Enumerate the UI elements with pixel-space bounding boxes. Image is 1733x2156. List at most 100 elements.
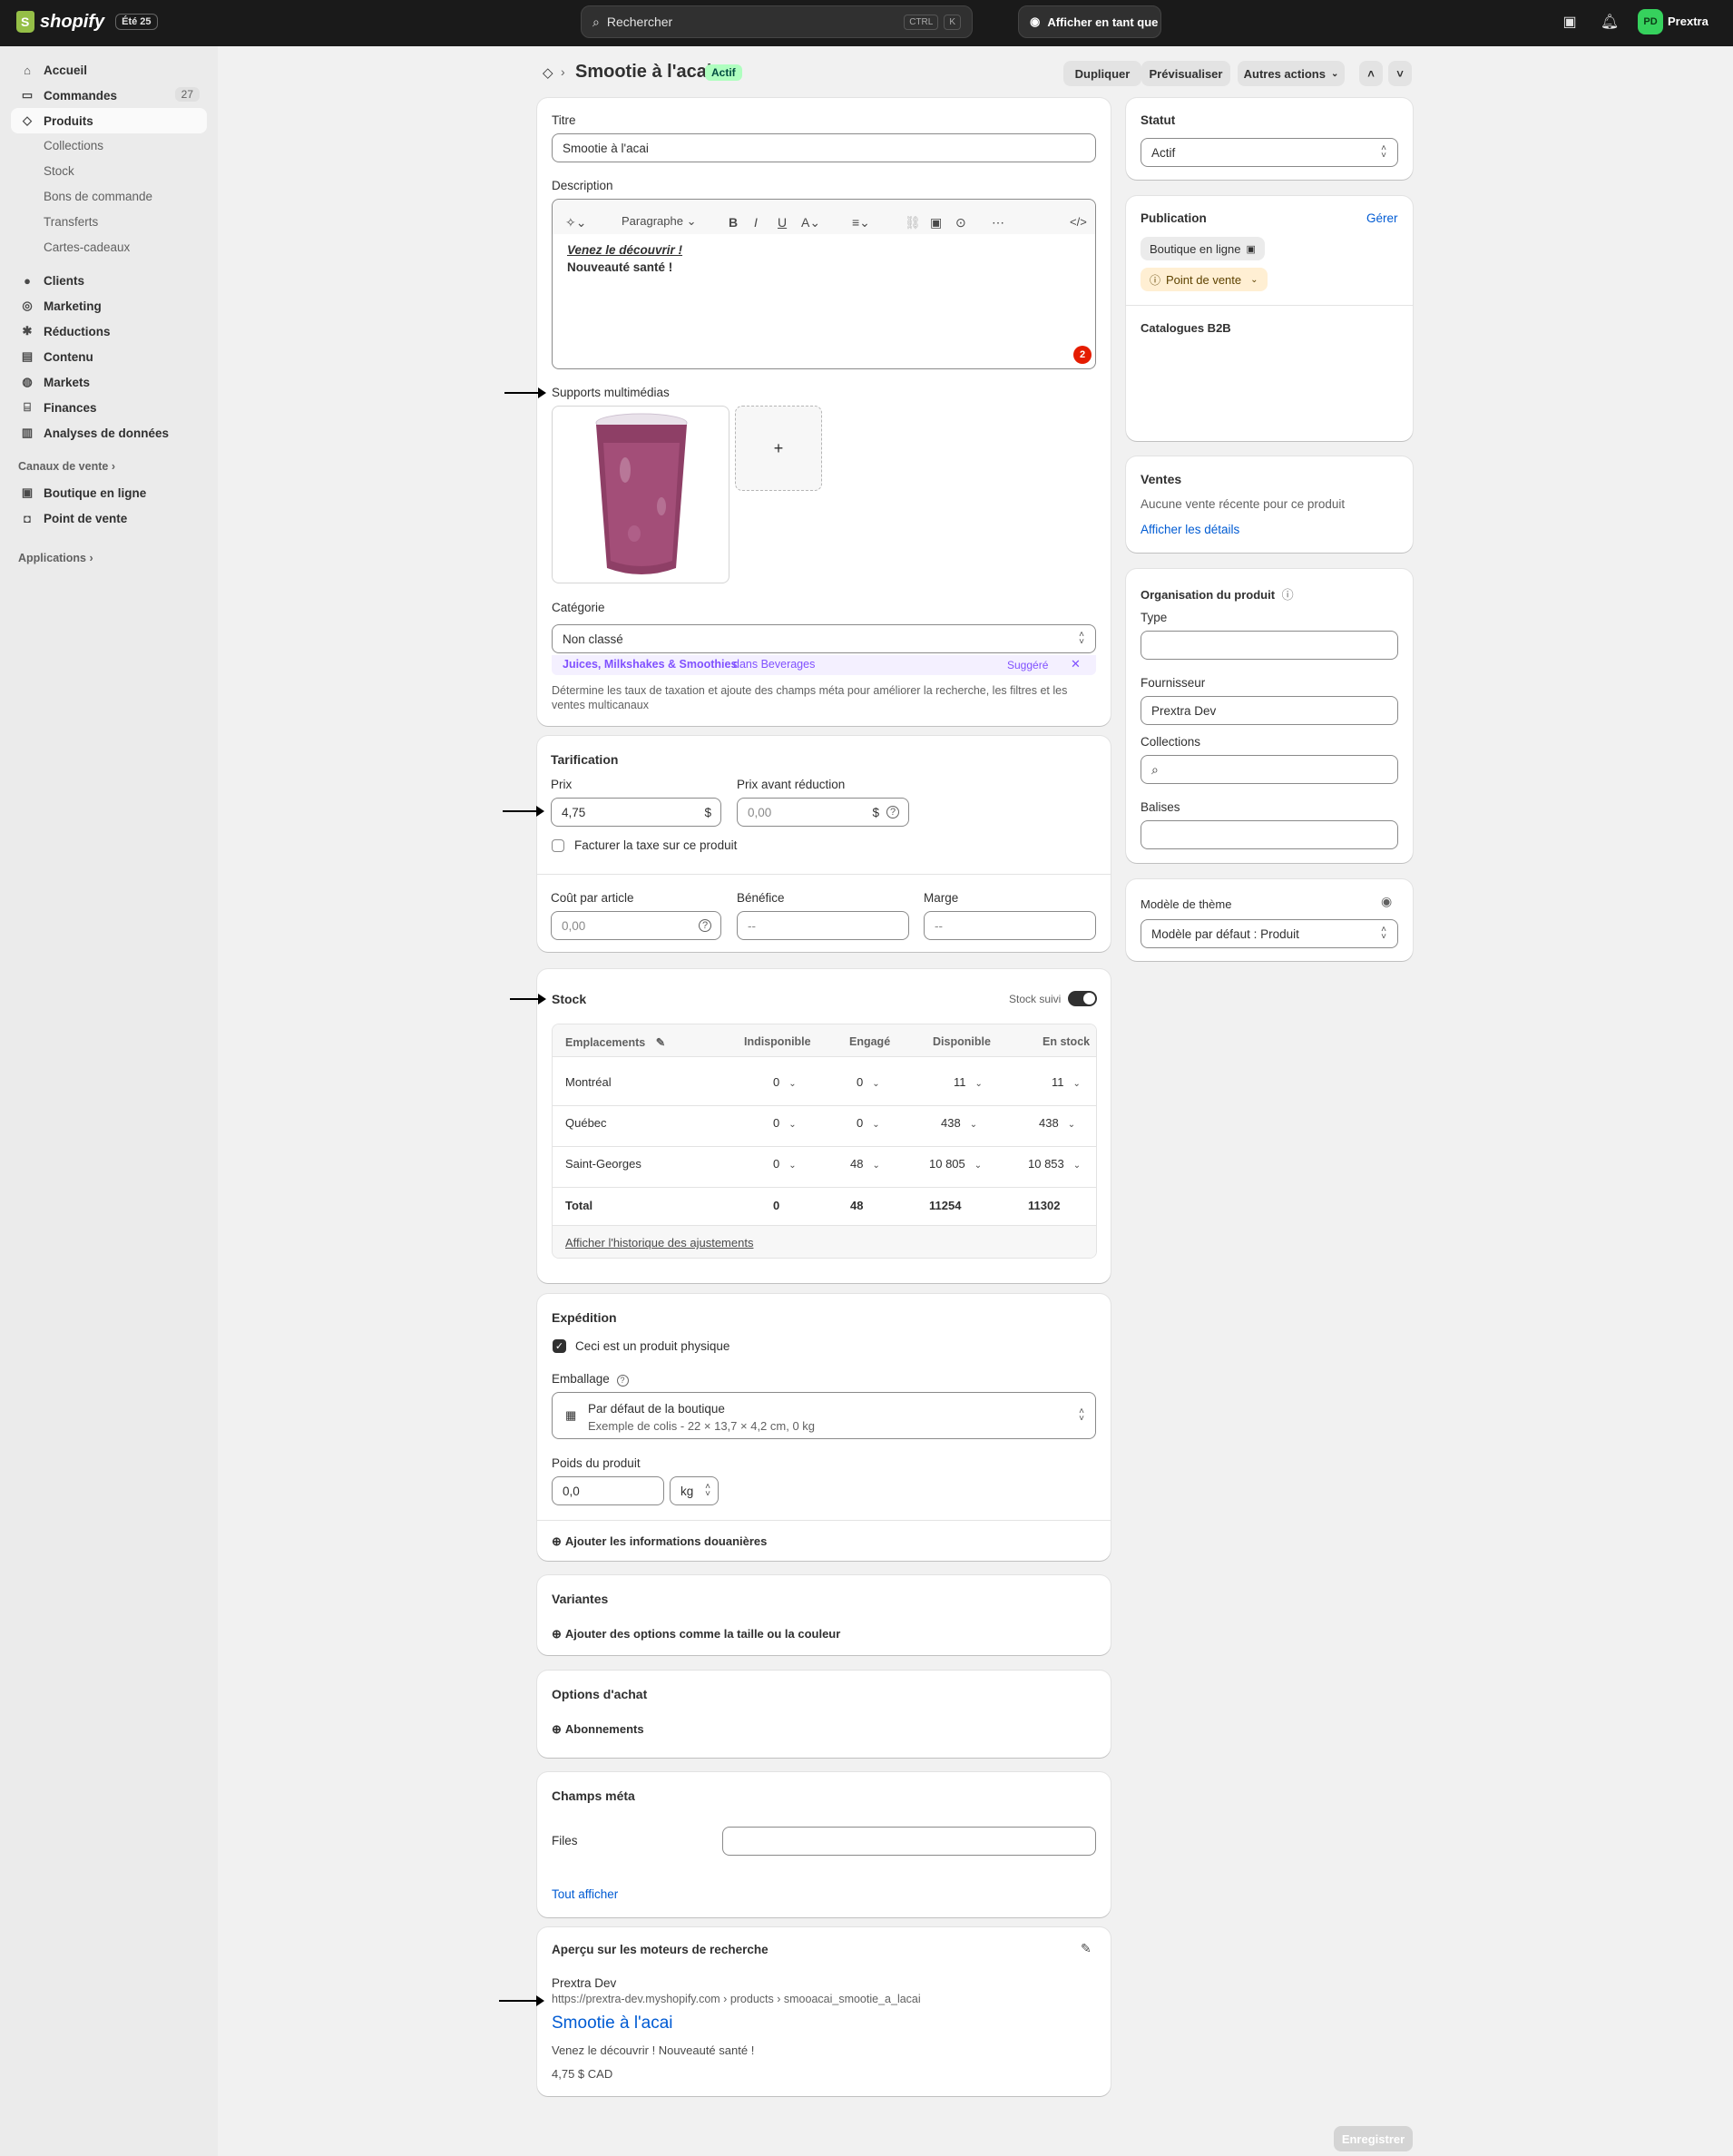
nav-discounts[interactable]: ✱ Réductions — [11, 318, 207, 344]
collections-search[interactable]: ⌕ — [1141, 755, 1398, 784]
top-bar: shopify Été 25 ⌕ Rechercher CTRL K ◉ Aff… — [0, 0, 1733, 46]
apps-heading[interactable]: Applications › — [18, 552, 93, 564]
onhand-cell[interactable]: 10 853 ⌄ — [1028, 1157, 1081, 1171]
paragraph-select[interactable]: Paragraphe ⌄ — [622, 214, 696, 229]
physical-checkbox[interactable]: ✓ — [553, 1339, 566, 1353]
bell-icon[interactable]: 🔔︎ — [1600, 13, 1620, 33]
show-all-link[interactable]: Tout afficher — [552, 1887, 618, 1901]
files-input[interactable] — [722, 1827, 1096, 1856]
duplicate-button[interactable]: Dupliquer — [1063, 61, 1141, 86]
eye-icon[interactable]: ◉ — [1381, 894, 1392, 909]
info-icon[interactable]: ⓘ — [1282, 588, 1294, 602]
magic-icon[interactable]: ✧⌄ — [565, 215, 586, 230]
stock-tracked-toggle[interactable] — [1068, 991, 1097, 1006]
bold-icon[interactable]: B — [729, 215, 738, 230]
chip-online-store[interactable]: Boutique en ligne ▣ — [1141, 237, 1265, 260]
weight-input[interactable]: 0,0 — [552, 1476, 664, 1505]
help-icon[interactable]: ? — [616, 1374, 629, 1387]
committed-cell[interactable]: 0 ⌄ — [857, 1075, 880, 1089]
sales-details-link[interactable]: Afficher les détails — [1141, 523, 1239, 536]
help-icon[interactable]: ? — [699, 919, 711, 932]
search-bar[interactable]: ⌕ Rechercher CTRL K — [581, 5, 973, 38]
description-editor[interactable]: ✧⌄ Paragraphe ⌄ B I U A⌄ ≡⌄ ⛓︎ ▣ ⊙ ⋯ </>… — [552, 199, 1096, 369]
add-variant-options-button[interactable]: ⊕ Ajouter des options comme la taille ou … — [552, 1627, 840, 1642]
close-icon[interactable]: ✕ — [1071, 657, 1081, 671]
committed-cell[interactable]: 0 ⌄ — [857, 1116, 880, 1130]
text-color-icon[interactable]: A⌄ — [801, 215, 820, 230]
store-icon[interactable]: ▣ — [1560, 13, 1580, 33]
nav-online-store[interactable]: ▣ Boutique en ligne — [11, 480, 207, 505]
nav-markets[interactable]: ◍ Markets — [11, 369, 207, 395]
tags-input[interactable] — [1141, 820, 1398, 849]
nav-stock[interactable]: Stock — [44, 164, 74, 178]
status-select[interactable]: Actif ˄ ˅ — [1141, 138, 1398, 167]
previous-product-button[interactable]: ˄ — [1359, 61, 1383, 86]
tag-icon[interactable]: ◇ — [543, 64, 553, 81]
category-suggestion[interactable]: Juices, Milkshakes & Smoothies dans Beve… — [552, 655, 1096, 675]
available-cell[interactable]: 438 ⌄ — [941, 1116, 977, 1130]
pencil-icon[interactable]: ✎ — [656, 1036, 665, 1049]
help-icon[interactable]: ? — [886, 806, 899, 818]
nav-pos[interactable]: ◘ Point de vente — [11, 505, 207, 531]
manage-link[interactable]: Gérer — [1366, 211, 1398, 225]
files-label: Files — [552, 1834, 578, 1847]
nav-products[interactable]: ◇ Produits — [11, 108, 207, 133]
packaging-select[interactable]: ▦ Par défaut de la boutique Exemple de c… — [552, 1392, 1096, 1439]
add-media-button[interactable]: + — [735, 406, 822, 491]
avatar[interactable]: PD — [1638, 9, 1663, 34]
category-select[interactable]: Non classé ˄ ˅ — [552, 624, 1096, 653]
underline-icon[interactable]: U — [778, 215, 787, 230]
shopify-logo[interactable]: shopify Été 25 — [16, 11, 158, 33]
more-icon[interactable]: ⋯ — [992, 215, 1004, 230]
more-actions-button[interactable]: Autres actions ⌄ — [1238, 61, 1345, 86]
nav-orders[interactable]: ▭ Commandes 27 — [11, 83, 207, 108]
product-image[interactable] — [552, 406, 729, 583]
image-icon[interactable]: ▣ — [930, 215, 942, 230]
chip-point-of-sale[interactable]: ⓘ Point de vente ⌄ — [1141, 268, 1268, 291]
username[interactable]: Prextra — [1668, 15, 1709, 28]
issues-badge[interactable]: 2 — [1073, 346, 1092, 364]
view-as-button[interactable]: ◉ Afficher en tant que — [1018, 5, 1161, 38]
next-product-button[interactable]: ˅ — [1388, 61, 1412, 86]
customs-button[interactable]: ⊕ Ajouter les informations douanières — [552, 1534, 767, 1549]
available-cell[interactable]: 10 805 ⌄ — [929, 1157, 982, 1171]
align-icon[interactable]: ≡⌄ — [852, 215, 870, 230]
code-icon[interactable]: </> — [1070, 215, 1087, 229]
adjustment-history-link[interactable]: Afficher l'historique des ajustements — [565, 1236, 753, 1250]
link-icon[interactable]: ⛓︎ — [905, 215, 921, 230]
nav-analytics[interactable]: ▥ Analyses de données — [11, 420, 207, 446]
nav-customers[interactable]: ● Clients — [11, 268, 207, 293]
cost-input[interactable]: 0,00? — [551, 911, 721, 940]
onhand-cell[interactable]: 11 ⌄ — [1052, 1075, 1081, 1089]
nav-finance[interactable]: ⌸ Finances — [11, 395, 207, 420]
italic-icon[interactable]: I — [754, 215, 758, 230]
sales-channels-heading[interactable]: Canaux de vente › — [18, 460, 115, 473]
nav-transfers[interactable]: Transferts — [44, 215, 98, 229]
compare-price-input[interactable]: 0,00 $? — [737, 798, 909, 827]
tax-checkbox[interactable] — [552, 839, 564, 852]
nav-collections[interactable]: Collections — [44, 139, 103, 152]
nav-gift-cards[interactable]: Cartes-cadeaux — [44, 240, 130, 254]
type-input[interactable] — [1141, 631, 1398, 660]
title-input[interactable]: Smootie à l'acai — [552, 133, 1096, 162]
price-input[interactable]: 4,75 $ — [551, 798, 721, 827]
save-button[interactable]: Enregistrer — [1334, 2126, 1413, 2151]
nav-marketing[interactable]: ◎ Marketing — [11, 293, 207, 318]
unavailable-cell[interactable]: 0 ⌄ — [773, 1157, 797, 1171]
preview-button[interactable]: Prévisualiser — [1141, 61, 1230, 86]
vendor-input[interactable]: Prextra Dev — [1141, 696, 1398, 725]
onhand-cell[interactable]: 438 ⌄ — [1039, 1116, 1075, 1130]
committed-cell[interactable]: 48 ⌄ — [850, 1157, 880, 1171]
pencil-icon[interactable]: ✎ — [1081, 1941, 1092, 1956]
theme-template-select[interactable]: Modèle par défaut : Produit ˄ ˅ — [1141, 919, 1398, 948]
weight-unit-select[interactable]: kg ˄ ˅ — [670, 1476, 719, 1505]
nav-purchase-orders[interactable]: Bons de commande — [44, 190, 152, 203]
nav-home[interactable]: ⌂ Accueil — [11, 57, 207, 83]
subscriptions-button[interactable]: ⊕ Abonnements — [552, 1722, 644, 1737]
unavailable-cell[interactable]: 0 ⌄ — [773, 1075, 797, 1089]
nav-content[interactable]: ▤ Contenu — [11, 344, 207, 369]
video-icon[interactable]: ⊙ — [955, 215, 966, 230]
purchase-options-heading: Options d'achat — [552, 1687, 648, 1701]
unavailable-cell[interactable]: 0 ⌄ — [773, 1116, 797, 1130]
available-cell[interactable]: 11 ⌄ — [954, 1075, 983, 1089]
